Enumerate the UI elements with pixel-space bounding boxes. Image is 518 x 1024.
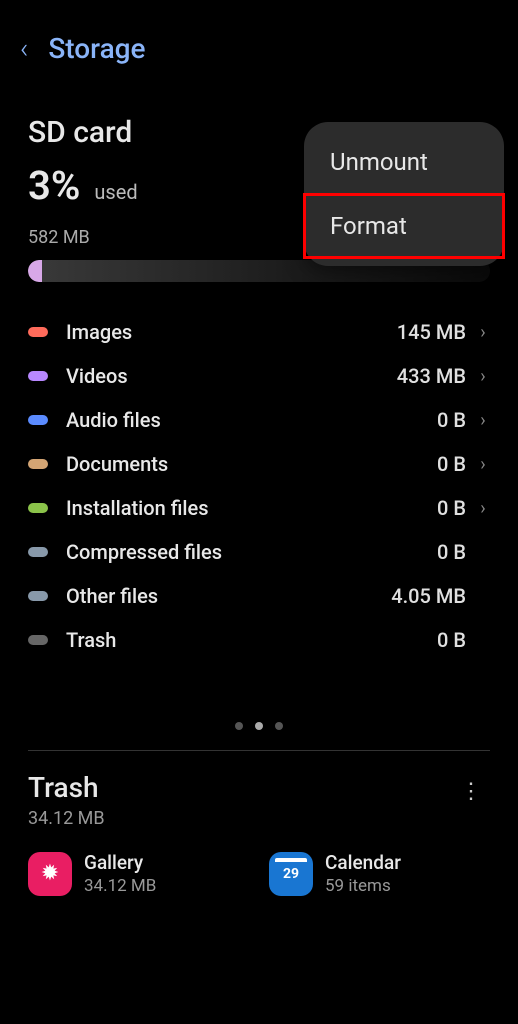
category-size: 0 B — [437, 540, 466, 564]
category-color-icon — [28, 503, 48, 513]
menu-item-format[interactable]: Format — [304, 194, 504, 258]
category-size: 0 B — [437, 452, 466, 476]
trash-title: Trash — [28, 771, 105, 804]
category-row[interactable]: Images 145 MB › — [28, 310, 490, 354]
category-name: Documents — [66, 452, 437, 476]
category-row: Trash 0 B › — [28, 618, 490, 662]
category-color-icon — [28, 327, 48, 337]
chevron-right-icon: › — [476, 454, 490, 475]
category-name: Other files — [66, 584, 391, 608]
category-name: Videos — [66, 364, 397, 388]
usage-percent: 3% — [28, 162, 80, 209]
chevron-right-icon: › — [476, 366, 490, 387]
category-size: 0 B — [437, 408, 466, 432]
storage-progress-fill — [28, 260, 42, 282]
category-row: Other files 4.05 MB › — [28, 574, 490, 618]
page-dot[interactable] — [235, 722, 243, 730]
category-name: Compressed files — [66, 540, 437, 564]
category-color-icon — [28, 635, 48, 645]
chevron-right-icon: › — [476, 410, 490, 431]
category-color-icon — [28, 547, 48, 557]
category-size: 4.05 MB — [391, 584, 466, 608]
category-name: Images — [66, 320, 397, 344]
app-meta: 59 items — [325, 876, 401, 896]
category-row[interactable]: Installation files 0 B › — [28, 486, 490, 530]
category-list: Images 145 MB › Videos 433 MB › Audio fi… — [28, 310, 490, 662]
context-menu: UnmountFormat — [304, 122, 504, 266]
category-size: 433 MB — [397, 364, 466, 388]
category-name: Audio files — [66, 408, 437, 432]
calendar-icon: 29 — [269, 852, 313, 896]
pagination-dots — [28, 722, 490, 730]
category-color-icon — [28, 415, 48, 425]
chevron-right-icon: › — [476, 498, 490, 519]
usage-label: used — [94, 180, 137, 204]
category-row[interactable]: Documents 0 B › — [28, 442, 490, 486]
chevron-right-icon: › — [476, 322, 490, 343]
more-icon[interactable]: ⋮ — [452, 771, 490, 812]
page-dot-active[interactable] — [255, 722, 263, 730]
back-icon[interactable]: ‹ — [20, 32, 28, 65]
gallery-icon: ✹ — [28, 852, 72, 896]
trash-apps: ✹ Gallery 34.12 MB 29 Calendar 59 items — [28, 851, 490, 896]
category-row[interactable]: Videos 433 MB › — [28, 354, 490, 398]
trash-app-item[interactable]: 29 Calendar 59 items — [269, 851, 490, 896]
page-title: Storage — [48, 32, 145, 65]
menu-item-unmount[interactable]: Unmount — [304, 130, 504, 194]
app-name: Gallery — [84, 851, 156, 874]
trash-size: 34.12 MB — [28, 808, 105, 829]
category-color-icon — [28, 459, 48, 469]
app-name: Calendar — [325, 851, 401, 874]
category-size: 0 B — [437, 496, 466, 520]
category-row: Compressed files 0 B › — [28, 530, 490, 574]
category-size: 145 MB — [397, 320, 466, 344]
trash-header: Trash 34.12 MB ⋮ — [28, 771, 490, 829]
header: ‹ Storage — [0, 0, 518, 85]
category-color-icon — [28, 591, 48, 601]
trash-app-item[interactable]: ✹ Gallery 34.12 MB — [28, 851, 249, 896]
page-dot[interactable] — [275, 722, 283, 730]
category-size: 0 B — [437, 628, 466, 652]
trash-section: Trash 34.12 MB ⋮ ✹ Gallery 34.12 MB 29 C… — [0, 751, 518, 896]
category-row[interactable]: Audio files 0 B › — [28, 398, 490, 442]
category-name: Installation files — [66, 496, 437, 520]
category-color-icon — [28, 371, 48, 381]
category-name: Trash — [66, 628, 437, 652]
app-meta: 34.12 MB — [84, 876, 156, 896]
